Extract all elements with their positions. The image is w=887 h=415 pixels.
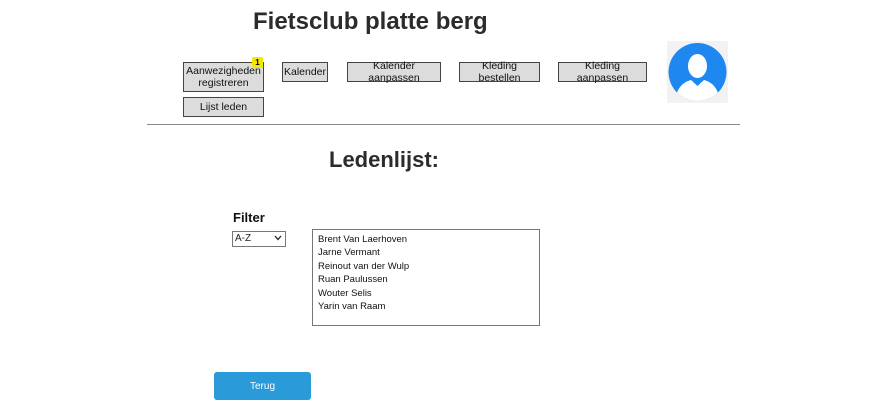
- attendance-button[interactable]: Aanwezigheden registreren 1: [183, 57, 264, 92]
- attendance-button-label: Aanwezigheden registreren: [186, 65, 261, 89]
- list-item[interactable]: Jarne Vermant: [318, 246, 539, 259]
- member-list-button[interactable]: Lijst leden: [183, 97, 264, 117]
- avatar[interactable]: [667, 41, 728, 103]
- chevron-down-icon: [274, 235, 282, 241]
- edit-clothing-button[interactable]: Kleding aanpassen: [558, 60, 647, 84]
- list-item[interactable]: Brent Van Laerhoven: [318, 233, 539, 246]
- list-item[interactable]: Ruan Paulussen: [318, 273, 539, 286]
- list-item[interactable]: Yarin van Raam: [318, 300, 539, 313]
- notification-badge: 1: [252, 57, 263, 68]
- page-heading: Ledenlijst:: [329, 147, 440, 172]
- order-clothing-button[interactable]: Kleding bestellen: [459, 60, 540, 84]
- back-button[interactable]: Terug: [214, 372, 311, 400]
- calendar-button[interactable]: Kalender: [282, 62, 328, 82]
- user-avatar-icon: [668, 43, 727, 101]
- list-item[interactable]: Reinout van der Wulp: [318, 260, 539, 273]
- filter-select-value: A-Z: [235, 233, 252, 244]
- member-listbox[interactable]: Brent Van Laerhoven Jarne Vermant Reinou…: [312, 229, 540, 326]
- list-item[interactable]: Wouter Selis: [318, 287, 539, 300]
- filter-label: Filter: [233, 210, 265, 225]
- header-divider: [147, 124, 740, 125]
- filter-select[interactable]: A-Z: [232, 231, 286, 247]
- calendar-edit-button[interactable]: Kalender aanpassen: [347, 60, 441, 84]
- app-title: Fietsclub platte berg: [253, 8, 488, 35]
